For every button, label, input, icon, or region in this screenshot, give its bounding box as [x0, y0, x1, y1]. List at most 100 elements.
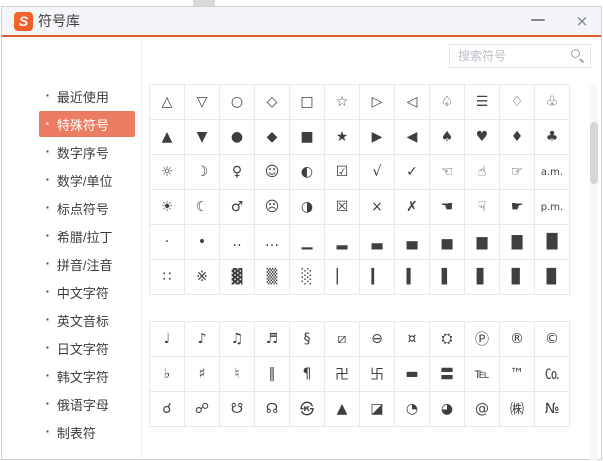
symbol-cell[interactable]: p.m.	[535, 190, 570, 225]
symbol-cell[interactable]: ☰	[465, 85, 500, 120]
symbol-cell[interactable]: ▍	[395, 260, 430, 295]
symbol-cell[interactable]: ◕	[430, 392, 465, 427]
symbol-cell[interactable]: 〓	[430, 357, 465, 392]
symbol-cell[interactable]: @	[465, 392, 500, 427]
symbol-cell[interactable]: √	[360, 155, 395, 190]
symbol-cell[interactable]: ▄	[395, 225, 430, 260]
sidebar-item-10[interactable]: ▪ 韩文字符	[39, 363, 135, 389]
symbol-cell[interactable]: ■	[290, 120, 325, 155]
symbol-cell[interactable]: ∷	[150, 260, 185, 295]
symbol-cell[interactable]: ♂	[220, 190, 255, 225]
symbol-cell[interactable]: ☀	[150, 190, 185, 225]
sidebar-item-5[interactable]: ▪ 希腊/拉丁	[39, 223, 135, 249]
symbol-cell[interactable]: ☹	[255, 190, 290, 225]
symbol-cell[interactable]: ♥	[465, 120, 500, 155]
symbol-cell[interactable]: ◔	[395, 392, 430, 427]
sidebar-item-7[interactable]: ▪ 中文字符	[39, 279, 135, 305]
symbol-cell[interactable]: …	[255, 225, 290, 260]
symbol-cell[interactable]: ◀	[395, 120, 430, 155]
symbol-cell[interactable]: ㏇	[535, 357, 570, 392]
symbol-cell[interactable]: ▁	[290, 225, 325, 260]
sidebar-item-9[interactable]: ▪ 日文字符	[39, 335, 135, 361]
search-input[interactable]	[449, 44, 591, 68]
symbol-cell[interactable]: 卍	[325, 357, 360, 392]
sidebar-item-12[interactable]: ▪ 制表符	[39, 419, 135, 445]
symbol-cell[interactable]: ▂	[325, 225, 360, 260]
sidebar-item-8[interactable]: ▪ 英文音标	[39, 307, 135, 333]
symbol-cell[interactable]: ▋	[465, 260, 500, 295]
symbol-cell[interactable]: ▃	[360, 225, 395, 260]
symbol-cell[interactable]: ✓	[395, 155, 430, 190]
symbol-cell[interactable]: ※	[185, 260, 220, 295]
symbol-cell[interactable]: ▎	[360, 260, 395, 295]
symbol-cell[interactable]: ☋	[220, 392, 255, 427]
symbol-cell[interactable]: ▷	[360, 85, 395, 120]
symbol-cell[interactable]: ¶	[290, 357, 325, 392]
symbol-cell[interactable]: ☌	[150, 392, 185, 427]
symbol-cell[interactable]: ●	[220, 120, 255, 155]
symbol-cell[interactable]: ♣	[535, 120, 570, 155]
symbol-cell[interactable]: ☑	[325, 155, 360, 190]
symbol-cell[interactable]: ◐	[290, 155, 325, 190]
symbol-cell[interactable]: ▅	[430, 225, 465, 260]
symbol-cell[interactable]: ㈱	[500, 392, 535, 427]
symbol-cell[interactable]: ▇	[500, 225, 535, 260]
symbol-cell[interactable]: ▶	[360, 120, 395, 155]
symbol-cell[interactable]: ☞	[500, 155, 535, 190]
symbol-cell[interactable]: Ⓟ	[465, 322, 500, 357]
symbol-cell[interactable]: ©	[535, 322, 570, 357]
symbol-cell[interactable]: §	[290, 322, 325, 357]
symbol-cell[interactable]: ◑	[290, 190, 325, 225]
symbol-cell[interactable]: ★	[325, 120, 360, 155]
symbol-cell[interactable]: ♭	[150, 357, 185, 392]
symbol-cell[interactable]: ☼	[150, 155, 185, 190]
symbol-cell[interactable]: ▬	[395, 357, 430, 392]
symbol-cell[interactable]: ▽	[185, 85, 220, 120]
sidebar-item-6[interactable]: ▪ 拼音/注音	[39, 251, 135, 277]
symbol-cell[interactable]: ◪	[360, 392, 395, 427]
symbol-cell[interactable]: △	[150, 85, 185, 120]
symbol-cell[interactable]: ✗	[395, 190, 430, 225]
symbol-cell[interactable]: ♬	[255, 322, 290, 357]
symbol-cell[interactable]: ♪	[185, 322, 220, 357]
symbol-cell[interactable]: •	[185, 225, 220, 260]
scrollbar-thumb[interactable]	[590, 122, 598, 184]
vertical-scrollbar[interactable]	[590, 84, 598, 461]
symbol-cell[interactable]: ‥	[220, 225, 255, 260]
symbol-cell[interactable]: ♩	[150, 322, 185, 357]
symbol-cell[interactable]: ‖	[255, 357, 290, 392]
sidebar-item-11[interactable]: ▪ 俄语字母	[39, 391, 135, 417]
symbol-cell[interactable]: ¤	[395, 322, 430, 357]
symbol-cell[interactable]: ☾	[185, 190, 220, 225]
sidebar-item-1[interactable]: ▪ 特殊符号	[39, 111, 135, 137]
symbol-cell[interactable]: ☛	[500, 190, 535, 225]
symbol-cell[interactable]: ☝	[465, 155, 500, 190]
symbol-cell[interactable]: ⛭	[430, 322, 465, 357]
symbol-cell[interactable]: ♀	[220, 155, 255, 190]
symbol-cell[interactable]: ○	[220, 85, 255, 120]
symbol-cell[interactable]: ♦	[500, 120, 535, 155]
symbol-cell[interactable]: ◁	[395, 85, 430, 120]
symbol-cell[interactable]: ▲	[325, 392, 360, 427]
sidebar-item-3[interactable]: ▪ 数学/单位	[39, 167, 135, 193]
symbol-cell[interactable]: ☚	[430, 190, 465, 225]
symbol-cell[interactable]: ☽	[185, 155, 220, 190]
symbol-cell[interactable]: ·	[150, 225, 185, 260]
sidebar-item-4[interactable]: ▪ 标点符号	[39, 195, 135, 221]
symbol-cell[interactable]: 卐	[360, 357, 395, 392]
symbol-cell[interactable]: ░	[290, 260, 325, 295]
symbol-cell[interactable]: №	[535, 392, 570, 427]
magnifier-icon[interactable]	[571, 49, 585, 63]
symbol-cell[interactable]: ♧	[535, 85, 570, 120]
symbol-cell[interactable]: █	[535, 225, 570, 260]
symbol-cell[interactable]: ⧄	[325, 322, 360, 357]
symbol-cell[interactable]: ▒	[255, 260, 290, 295]
symbol-cell[interactable]: □	[290, 85, 325, 120]
symbol-cell[interactable]: ℡	[465, 357, 500, 392]
sidebar-item-0[interactable]: ▪ 最近使用	[39, 83, 135, 109]
symbol-cell[interactable]: ▉	[535, 260, 570, 295]
minimize-button[interactable]: —	[529, 10, 547, 30]
symbol-cell[interactable]: ☟	[465, 190, 500, 225]
symbol-cell[interactable]: ☜	[430, 155, 465, 190]
symbol-cell[interactable]: ♠	[430, 120, 465, 155]
